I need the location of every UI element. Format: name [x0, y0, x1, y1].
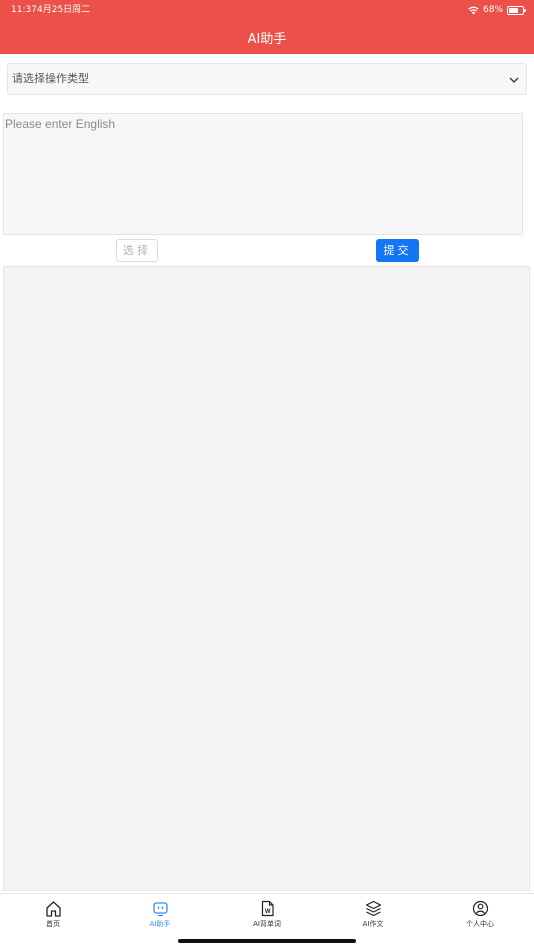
result-output-area	[3, 266, 530, 891]
tab-ai-assistant-label: AI助手	[149, 920, 171, 928]
tab-home-label: 首页	[46, 920, 60, 928]
tab-home[interactable]: 首页	[23, 900, 83, 929]
tab-profile[interactable]: 个人中心	[450, 900, 510, 929]
tab-ai-vocabulary-label: AI背单词	[253, 920, 281, 928]
user-icon	[472, 900, 488, 917]
battery-level	[509, 7, 518, 13]
page-title: AI助手	[247, 32, 287, 47]
operation-type-select[interactable]: 请选择操作类型	[7, 63, 527, 95]
tab-ai-essay[interactable]: AI作文	[343, 900, 403, 929]
status-indicators: 68%	[468, 0, 526, 20]
battery-icon	[507, 5, 526, 15]
robot-icon	[152, 902, 168, 917]
word-document-icon: W	[261, 900, 274, 917]
app-screen: 11:37 4月25日周二 68% AI助手 请选择操作类型 选择 提交	[0, 0, 534, 950]
layers-icon	[365, 900, 381, 917]
tab-ai-essay-label: AI作文	[362, 920, 384, 928]
wifi-icon	[468, 6, 479, 14]
english-input[interactable]	[3, 113, 523, 235]
home-indicator	[178, 939, 356, 943]
tab-profile-label: 个人中心	[466, 920, 494, 928]
chevron-down-icon	[509, 77, 519, 83]
tab-ai-vocabulary[interactable]: W AI背单词	[237, 900, 297, 929]
battery-percent: 68%	[482, 5, 503, 15]
tab-ai-assistant[interactable]: AI助手	[130, 900, 190, 929]
status-time: 11:37	[11, 5, 37, 15]
header-bar: 11:37 4月25日周二 68% AI助手	[0, 0, 534, 54]
svg-text:W: W	[264, 909, 270, 915]
status-bar: 11:37 4月25日周二 68%	[0, 0, 534, 20]
submit-button[interactable]: 提交	[376, 239, 419, 262]
status-date: 4月25日周二	[37, 5, 91, 15]
home-icon	[45, 901, 61, 917]
choose-button[interactable]: 选择	[116, 239, 158, 262]
operation-type-value: 请选择操作类型	[12, 72, 89, 85]
